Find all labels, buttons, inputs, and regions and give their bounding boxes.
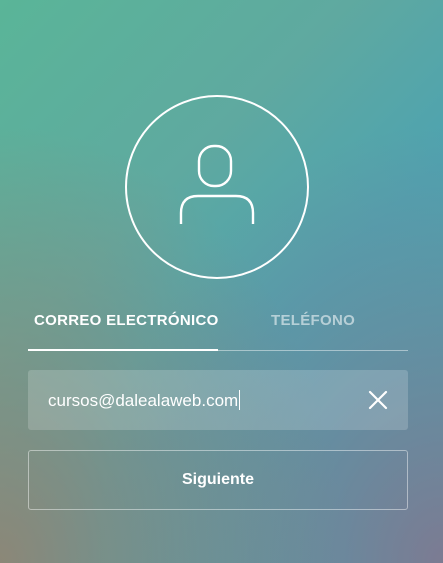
login-method-tabs: CORREO ELECTRÓNICO TELÉFONO (28, 300, 408, 352)
tab-email[interactable]: CORREO ELECTRÓNICO (34, 312, 219, 329)
user-icon (179, 144, 255, 224)
active-tab-indicator (28, 349, 218, 351)
next-button[interactable]: Siguiente (28, 450, 408, 510)
email-field[interactable]: cursos@dalealaweb.com (28, 370, 408, 430)
close-icon[interactable] (368, 390, 388, 410)
avatar (125, 95, 309, 279)
email-value[interactable]: cursos@dalealaweb.com (48, 390, 241, 411)
text-cursor (239, 390, 241, 410)
tab-phone[interactable]: TELÉFONO (271, 312, 355, 329)
email-text: cursos@dalealaweb.com (48, 391, 239, 410)
